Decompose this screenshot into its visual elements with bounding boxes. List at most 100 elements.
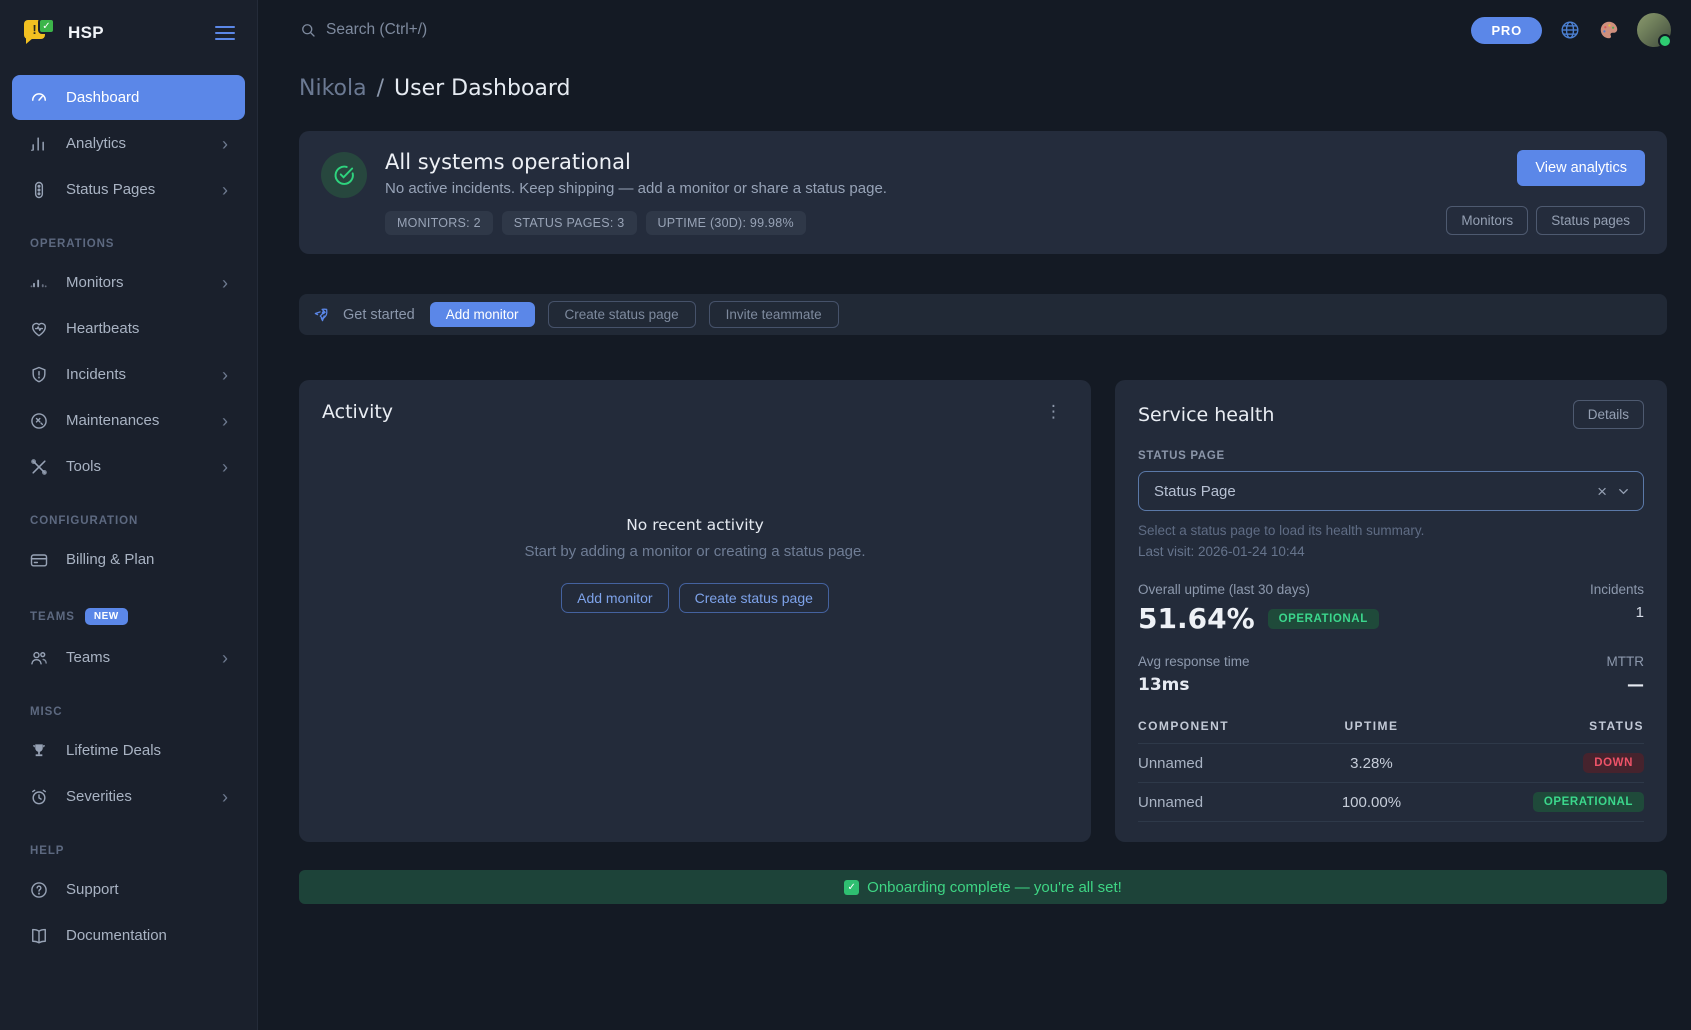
details-button[interactable]: Details: [1573, 400, 1644, 429]
kebab-menu-icon[interactable]: ⋮: [1039, 400, 1068, 424]
get-started-label: Get started: [343, 307, 415, 323]
theme-palette-icon[interactable]: [1598, 19, 1620, 41]
status-actions: View analytics Monitors Status pages: [1446, 150, 1645, 235]
breadcrumb-parent[interactable]: Nikola: [299, 76, 367, 101]
mttr-label: MTTR: [1607, 654, 1645, 669]
monitors-button[interactable]: Monitors: [1446, 206, 1528, 235]
trophy-icon: [29, 741, 49, 761]
status-texts: All systems operational No active incide…: [385, 150, 887, 235]
table-row: Unnamed 3.28% DOWN: [1138, 744, 1644, 783]
status-check-icon: [321, 152, 367, 198]
sidebar-item-severities[interactable]: Severities ›: [12, 774, 245, 819]
select-helper-text: Select a status page to load its health …: [1138, 523, 1644, 538]
help-circle-icon: [29, 880, 49, 900]
check-square-icon: ✓: [844, 880, 859, 895]
service-health-title: Service health: [1138, 404, 1274, 426]
topbar: PRO: [258, 0, 1691, 60]
uptime-value: 51.64%: [1138, 602, 1255, 635]
sidebar-item-billing[interactable]: Billing & Plan: [12, 537, 245, 582]
sidebar-section-help: HELP: [0, 820, 257, 866]
breadcrumb-separator: /: [377, 76, 384, 101]
sidebar-item-monitors[interactable]: Monitors ›: [12, 260, 245, 305]
sidebar-item-label: Dashboard: [66, 89, 139, 106]
search-input[interactable]: [326, 21, 606, 39]
empty-state-title: No recent activity: [322, 516, 1068, 534]
sidebar-item-status-pages[interactable]: Status Pages ›: [12, 167, 245, 212]
uptime-stat: Overall uptime (last 30 days) 51.64% OPE…: [1138, 582, 1379, 635]
sidebar-item-label: Heartbeats: [66, 320, 139, 337]
alarm-clock-icon: [29, 787, 49, 807]
status-title: All systems operational: [385, 150, 887, 174]
sidebar-nav: Dashboard Analytics › Status Pages › OPE…: [0, 66, 257, 1030]
sidebar-item-incidents[interactable]: Incidents ›: [12, 352, 245, 397]
view-analytics-button[interactable]: View analytics: [1517, 150, 1645, 186]
sidebar-item-analytics[interactable]: Analytics ›: [12, 121, 245, 166]
sidebar-item-label: Tools: [66, 458, 101, 475]
clear-icon[interactable]: ×: [1597, 483, 1607, 500]
monitors-count-badge: MONITORS: 2: [385, 211, 493, 235]
mttr-value: —: [1607, 675, 1645, 695]
search-icon: [299, 21, 317, 39]
sidebar-section-configuration: CONFIGURATION: [0, 490, 257, 536]
avg-response-stat: Avg response time 13ms: [1138, 654, 1250, 695]
table-header-row: COMPONENT UPTIME STATUS: [1138, 713, 1644, 744]
logo-checkmark: ✓: [38, 18, 55, 34]
components-table: COMPONENT UPTIME STATUS Unnamed 3.28% DO…: [1138, 713, 1644, 822]
mttr-stat: MTTR —: [1607, 654, 1645, 695]
sidebar-item-label: Billing & Plan: [66, 551, 154, 568]
hamburger-menu-icon[interactable]: [215, 26, 235, 40]
users-icon: [29, 648, 49, 668]
global-search[interactable]: [299, 21, 606, 39]
add-monitor-button[interactable]: Add monitor: [430, 302, 535, 327]
status-page-select[interactable]: Status Page ×: [1138, 471, 1644, 511]
status-meta-badges: MONITORS: 2 STATUS PAGES: 3 UPTIME (30D)…: [385, 211, 887, 235]
language-globe-icon[interactable]: [1559, 19, 1581, 41]
sidebar: ! ✓ HSP Dashboard Analytics › Status Pag…: [0, 0, 258, 1030]
sidebar-item-label: Status Pages: [66, 181, 155, 198]
component-name: Unnamed: [1138, 783, 1314, 822]
incidents-label: Incidents: [1590, 582, 1644, 597]
chevron-right-icon: ›: [222, 135, 228, 153]
chevron-right-icon: ›: [222, 458, 228, 476]
status-pages-count-badge: STATUS PAGES: 3: [502, 211, 637, 235]
sidebar-item-documentation[interactable]: Documentation: [12, 913, 245, 958]
status-badge: DOWN: [1583, 753, 1644, 773]
avg-response-label: Avg response time: [1138, 654, 1250, 669]
last-visit-text: Last visit: 2026-01-24 10:44: [1138, 544, 1644, 559]
status-badge: OPERATIONAL: [1533, 792, 1644, 812]
page-title: User Dashboard: [394, 76, 571, 101]
analytics-icon: [29, 134, 49, 154]
sidebar-item-lifetime-deals[interactable]: Lifetime Deals: [12, 728, 245, 773]
tools-icon: [29, 457, 49, 477]
create-status-page-button[interactable]: Create status page: [679, 583, 829, 613]
activity-card: Activity ⋮ No recent activity Start by a…: [299, 380, 1091, 842]
component-uptime: 100.00%: [1314, 783, 1429, 822]
chevron-right-icon: ›: [222, 788, 228, 806]
component-uptime: 3.28%: [1314, 744, 1429, 783]
sidebar-item-label: Maintenances: [66, 412, 159, 429]
create-status-page-button[interactable]: Create status page: [548, 301, 696, 328]
incidents-value: 1: [1590, 604, 1644, 621]
user-avatar[interactable]: [1637, 13, 1671, 47]
onboarding-complete-banner: ✓ Onboarding complete — you're all set!: [299, 870, 1667, 904]
uptime-30d-badge: UPTIME (30D): 99.98%: [646, 211, 806, 235]
pro-plan-badge[interactable]: PRO: [1471, 17, 1542, 44]
sidebar-item-support[interactable]: Support: [12, 867, 245, 912]
add-monitor-button[interactable]: Add monitor: [561, 583, 668, 613]
uptime-label: Overall uptime (last 30 days): [1138, 582, 1379, 597]
sidebar-item-heartbeats[interactable]: Heartbeats: [12, 306, 245, 351]
sidebar-item-dashboard[interactable]: Dashboard: [12, 75, 245, 120]
column-header-status: STATUS: [1429, 713, 1644, 744]
component-name: Unnamed: [1138, 744, 1314, 783]
sidebar-item-maintenances[interactable]: Maintenances ›: [12, 398, 245, 443]
invite-teammate-button[interactable]: Invite teammate: [709, 301, 839, 328]
status-pages-button[interactable]: Status pages: [1536, 206, 1645, 235]
sidebar-item-tools[interactable]: Tools ›: [12, 444, 245, 489]
chevron-right-icon: ›: [222, 366, 228, 384]
sidebar-item-label: Lifetime Deals: [66, 742, 161, 759]
breadcrumb: Nikola / User Dashboard: [299, 76, 1667, 101]
sidebar-item-label: Monitors: [66, 274, 124, 291]
logo-row: ! ✓ HSP: [0, 0, 257, 66]
sidebar-item-teams[interactable]: Teams ›: [12, 635, 245, 680]
sidebar-item-label: Documentation: [66, 927, 167, 944]
